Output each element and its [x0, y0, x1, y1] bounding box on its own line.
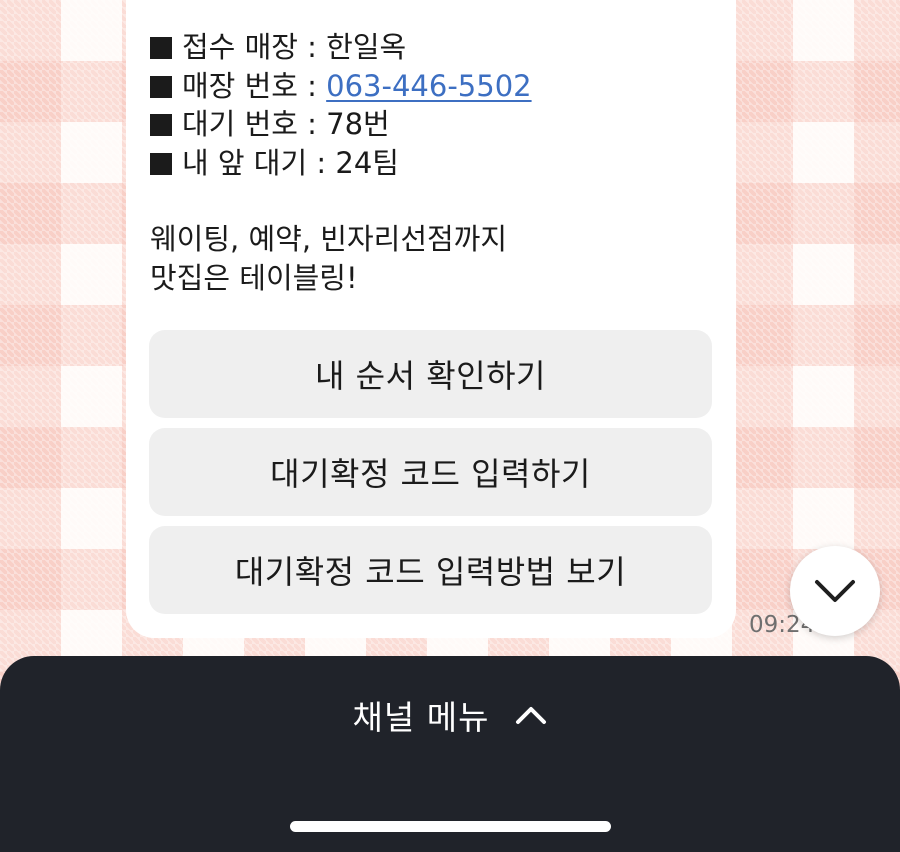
chevron-up-icon [516, 707, 547, 724]
teams-ahead-label: 내 앞 대기 : [182, 145, 336, 180]
view-code-method-button[interactable]: 대기확정 코드 입력방법 보기 [149, 526, 712, 614]
channel-menu-label: 채널 메뉴 [352, 698, 490, 737]
scroll-down-button[interactable] [790, 546, 880, 636]
action-buttons: 내 순서 확인하기 대기확정 코드 입력하기 대기확정 코드 입력방법 보기 [149, 330, 712, 624]
square-bullet-icon [150, 75, 172, 98]
waiting-info: 접수 매장 : 한일옥 매장 번호 : 063-446-5502 대기 번호 :… [150, 28, 712, 182]
check-order-button[interactable]: 내 순서 확인하기 [149, 330, 712, 418]
phone-label: 매장 번호 : [182, 68, 327, 103]
waiting-number-line: 대기 번호 : 78번 [150, 105, 712, 144]
promo-line-2: 맛집은 테이블링! [150, 260, 358, 295]
store-line: 접수 매장 : 한일옥 [150, 28, 712, 67]
square-bullet-icon [150, 152, 172, 175]
square-bullet-icon [150, 114, 172, 136]
waiting-number-value: 78번 [326, 107, 390, 141]
promo-line-1: 웨이팅, 예약, 빈자리선점까지 [150, 222, 508, 256]
square-bullet-icon [150, 37, 172, 59]
phone-number-link[interactable]: 063-446-5502 [326, 69, 531, 103]
home-indicator [290, 821, 611, 832]
enter-code-button[interactable]: 대기확정 코드 입력하기 [149, 428, 712, 516]
message-bubble: 접수 매장 : 한일옥 매장 번호 : 063-446-5502 대기 번호 :… [126, 0, 736, 638]
teams-ahead-value: 24팀 [335, 145, 399, 180]
teams-ahead-line: 내 앞 대기 : 24팀 [150, 144, 712, 183]
channel-menu-toggle[interactable]: 채널 메뉴 [0, 688, 900, 742]
waiting-number-label: 대기 번호 : [182, 107, 327, 141]
store-value: 한일옥 [326, 30, 407, 64]
chat-screen: 접수 매장 : 한일옥 매장 번호 : 063-446-5502 대기 번호 :… [0, 0, 900, 852]
promo-text: 웨이팅, 예약, 빈자리선점까지 맛집은 테이블링! [150, 220, 712, 297]
phone-line: 매장 번호 : 063-446-5502 [150, 67, 712, 106]
store-label: 접수 매장 : [182, 30, 327, 64]
channel-menu-panel: 채널 메뉴 [0, 656, 900, 852]
chevron-down-icon [815, 580, 855, 602]
